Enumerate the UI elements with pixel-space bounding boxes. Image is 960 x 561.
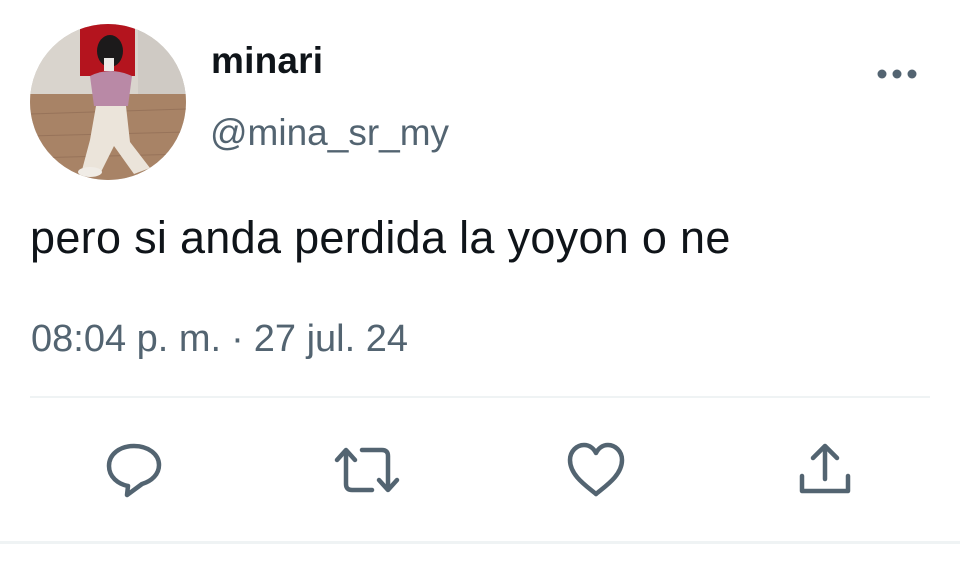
like-icon [567,442,625,497]
retweet-icon [334,447,400,493]
tweet-timestamp[interactable]: 08:04 p. m. · 27 jul. 24 [31,318,408,361]
tweet-card: minari @mina_sr_my pero si anda perdida … [0,0,960,561]
tweet-text: pero si anda perdida la yoyon o ne [30,212,731,263]
share-icon [799,443,851,494]
tweet-time: 08:04 p. m. [31,318,222,360]
tweet-date: 27 jul. 24 [253,318,409,360]
meta-separator: · [231,318,244,360]
retweet-button[interactable] [334,440,400,500]
divider [30,396,930,398]
user-handle[interactable]: @mina_sr_my [210,112,449,154]
more-options-button[interactable] [872,56,922,92]
bottom-border [0,541,960,544]
reply-button[interactable] [104,440,164,500]
share-button[interactable] [796,440,856,500]
avatar[interactable] [30,24,186,180]
more-horizontal-icon [877,69,917,79]
display-name[interactable]: minari [211,40,323,82]
avatar-photo [30,24,186,180]
reply-icon [106,443,162,498]
like-button[interactable] [566,440,626,500]
